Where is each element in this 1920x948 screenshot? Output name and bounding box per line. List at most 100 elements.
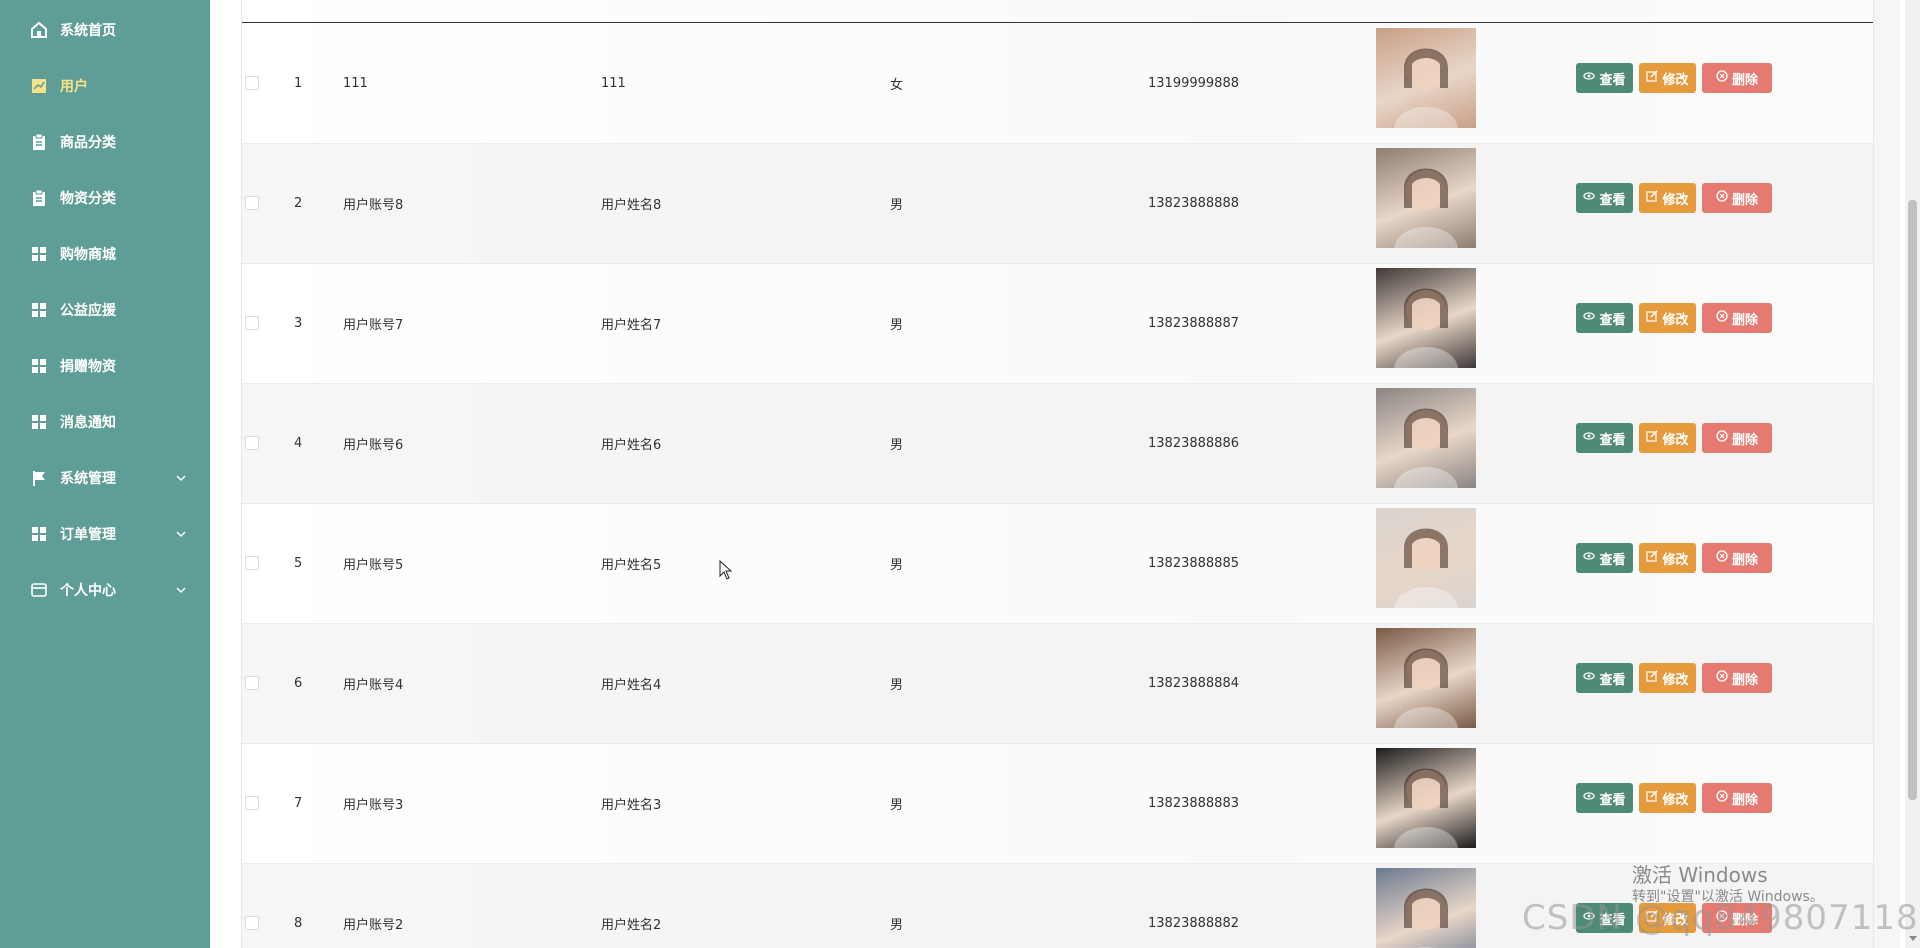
sidebar-item-7[interactable]: 消息通知: [0, 402, 210, 442]
row-gender: 女: [890, 77, 904, 93]
view-button[interactable]: 查看: [1576, 423, 1633, 453]
row-gender: 男: [890, 917, 904, 933]
button-label: 修改: [1662, 72, 1689, 88]
row-index: 8: [294, 915, 303, 931]
card-icon: [30, 581, 48, 599]
button-label: 修改: [1662, 552, 1689, 568]
row-index: 3: [294, 315, 303, 331]
mouse-cursor-icon: [719, 560, 733, 580]
sidebar-item-0[interactable]: 系统首页: [0, 10, 210, 50]
sidebar-item-label: 捐赠物资: [60, 359, 116, 375]
avatar: [1376, 868, 1476, 948]
button-label: 查看: [1599, 312, 1626, 328]
delete-button[interactable]: 删除: [1702, 183, 1772, 213]
row-index: 4: [294, 435, 303, 451]
avatar: [1376, 508, 1476, 608]
table-row: 3 用户账号7 用户姓名7 男 13823888887 查看 修改 删除: [242, 263, 1873, 384]
view-button[interactable]: 查看: [1576, 543, 1633, 573]
row-checkbox[interactable]: [245, 76, 259, 90]
button-label: 修改: [1662, 432, 1689, 448]
delete-icon: [1716, 430, 1728, 446]
sidebar-item-1[interactable]: 用户: [0, 66, 210, 106]
delete-button[interactable]: 删除: [1702, 303, 1772, 333]
row-name: 111: [601, 75, 626, 91]
button-label: 修改: [1662, 792, 1689, 808]
edit-button[interactable]: 修改: [1639, 423, 1696, 453]
button-label: 查看: [1599, 432, 1626, 448]
row-checkbox[interactable]: [245, 676, 259, 690]
delete-button[interactable]: 删除: [1702, 423, 1772, 453]
edit-icon: [1646, 310, 1659, 326]
view-button[interactable]: 查看: [1576, 663, 1633, 693]
row-phone: 13199999888: [1148, 75, 1239, 91]
edit-icon: [1646, 70, 1659, 86]
avatar: [1376, 748, 1476, 848]
row-account: 用户账号5: [343, 557, 404, 573]
sidebar-item-9[interactable]: 订单管理: [0, 514, 210, 554]
delete-button[interactable]: 删除: [1702, 63, 1772, 93]
view-button[interactable]: 查看: [1576, 783, 1633, 813]
avatar: [1376, 148, 1476, 248]
delete-button[interactable]: 删除: [1702, 543, 1772, 573]
table-row: 4 用户账号6 用户姓名6 男 13823888886 查看 修改 删除: [242, 383, 1873, 504]
page-scrollbar[interactable]: [1905, 0, 1920, 948]
sidebar-item-4[interactable]: 购物商城: [0, 234, 210, 274]
table-row: 5 用户账号5 用户姓名5 男 13823888885 查看 修改 删除: [242, 503, 1873, 624]
edit-button[interactable]: 修改: [1639, 663, 1696, 693]
delete-icon: [1716, 310, 1728, 326]
view-icon: [1583, 550, 1596, 566]
row-checkbox[interactable]: [245, 556, 259, 570]
sidebar-item-3[interactable]: 物资分类: [0, 178, 210, 218]
row-phone: 13823888886: [1148, 435, 1239, 451]
delete-icon: [1716, 550, 1728, 566]
row-account: 用户账号4: [343, 677, 404, 693]
edit-button[interactable]: 修改: [1639, 783, 1696, 813]
grid-icon: [30, 357, 48, 375]
row-phone: 13823888888: [1148, 195, 1239, 211]
edit-icon: [1646, 190, 1659, 206]
sidebar-item-label: 商品分类: [60, 135, 116, 151]
row-checkbox[interactable]: [245, 796, 259, 810]
home-icon: [30, 21, 48, 39]
view-button[interactable]: 查看: [1576, 63, 1633, 93]
delete-button[interactable]: 删除: [1702, 663, 1772, 693]
sidebar-item-label: 购物商城: [60, 247, 116, 263]
edit-button[interactable]: 修改: [1639, 303, 1696, 333]
button-label: 删除: [1731, 792, 1758, 808]
edit-button[interactable]: 修改: [1639, 63, 1696, 93]
row-account: 用户账号7: [343, 317, 404, 333]
sidebar-item-8[interactable]: 系统管理: [0, 458, 210, 498]
row-checkbox[interactable]: [245, 916, 259, 930]
sidebar-item-6[interactable]: 捐赠物资: [0, 346, 210, 386]
edit-icon: [1646, 430, 1659, 446]
chevron-down-icon: [176, 531, 186, 538]
scrollbar-thumb[interactable]: [1908, 200, 1917, 800]
clipboard-icon: [30, 133, 48, 151]
main-content: 1 111 111 女 13199999888 查看 修改 删除 2 用户账号8 用户姓名8 男 138…: [210, 0, 1900, 948]
button-label: 删除: [1731, 672, 1758, 688]
view-icon: [1583, 790, 1596, 806]
table-row: 7 用户账号3 用户姓名3 男 13823888883 查看 修改 删除: [242, 743, 1873, 864]
sidebar-item-label: 消息通知: [60, 415, 116, 431]
row-checkbox[interactable]: [245, 316, 259, 330]
delete-button[interactable]: 删除: [1702, 783, 1772, 813]
edit-button[interactable]: 修改: [1639, 543, 1696, 573]
row-phone: 13823888882: [1148, 915, 1239, 931]
row-checkbox[interactable]: [245, 196, 259, 210]
button-label: 修改: [1662, 192, 1689, 208]
view-button[interactable]: 查看: [1576, 183, 1633, 213]
sidebar-item-10[interactable]: 个人中心: [0, 570, 210, 610]
button-label: 删除: [1731, 312, 1758, 328]
row-account: 111: [343, 75, 368, 91]
view-button[interactable]: 查看: [1576, 303, 1633, 333]
sidebar-item-2[interactable]: 商品分类: [0, 122, 210, 162]
row-phone: 13823888883: [1148, 795, 1239, 811]
edit-button[interactable]: 修改: [1639, 183, 1696, 213]
sidebar-item-5[interactable]: 公益应援: [0, 290, 210, 330]
delete-icon: [1716, 190, 1728, 206]
row-name: 用户姓名7: [601, 317, 662, 333]
row-gender: 男: [890, 797, 904, 813]
button-label: 查看: [1599, 552, 1626, 568]
row-checkbox[interactable]: [245, 436, 259, 450]
row-phone: 13823888884: [1148, 675, 1239, 691]
